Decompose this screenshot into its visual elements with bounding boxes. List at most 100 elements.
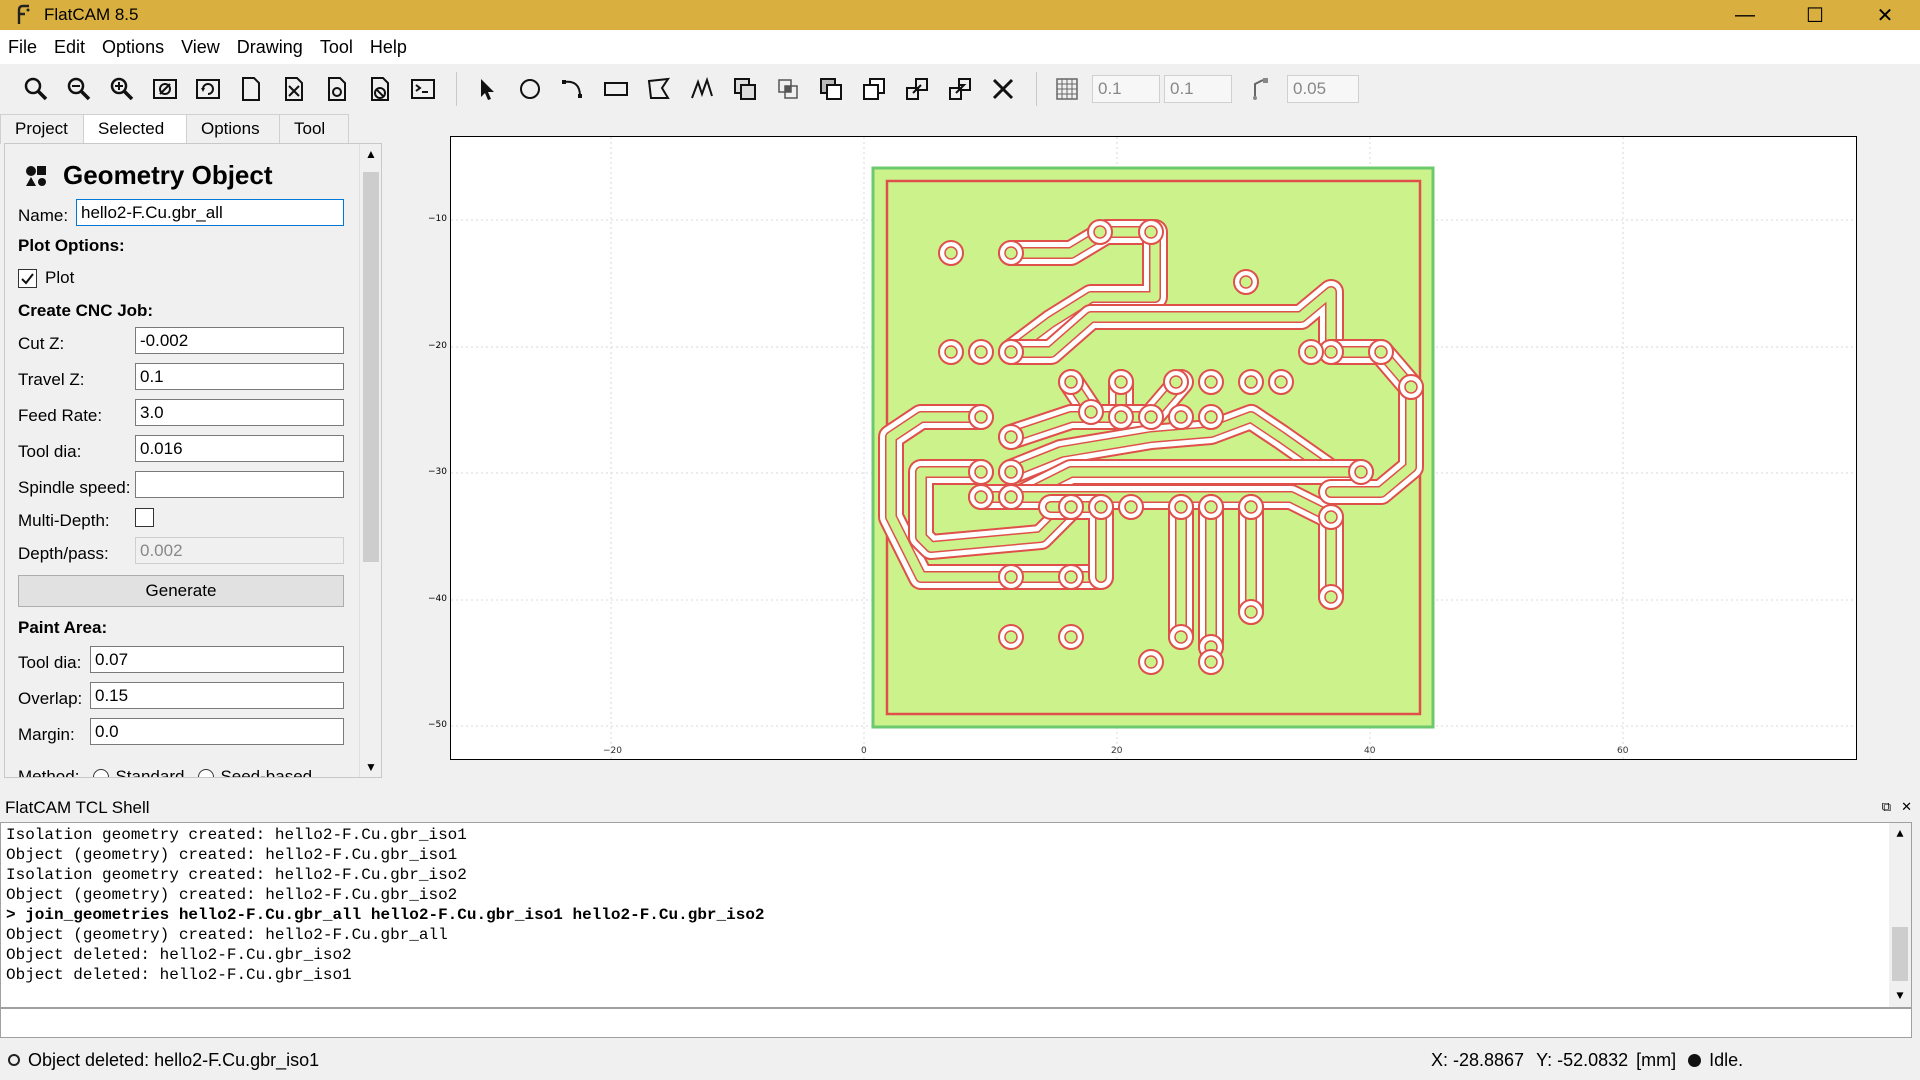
- new-geometry-icon: [242, 77, 260, 101]
- select-button[interactable]: [469, 71, 505, 107]
- zoom-out-button[interactable]: [61, 71, 97, 107]
- depth-pass-field[interactable]: [135, 537, 344, 564]
- shell-output[interactable]: Isolation geometry created: hello2-F.Cu.…: [0, 822, 1912, 1008]
- scroll-up-arrow-icon[interactable]: ▲: [360, 144, 381, 164]
- panel-scrollbar[interactable]: ▲ ▼: [359, 144, 381, 777]
- paint-tool-dia-field[interactable]: [90, 646, 344, 673]
- minimize-button[interactable]: —: [1710, 0, 1780, 30]
- close-button[interactable]: ✕: [1850, 0, 1920, 30]
- plot-row: Plot: [18, 268, 74, 288]
- margin-field[interactable]: [90, 718, 344, 745]
- generate-button[interactable]: Generate: [18, 575, 344, 607]
- menu-options[interactable]: Options: [102, 37, 164, 58]
- toolbar-separator: [1036, 72, 1037, 106]
- pad-hole: [1004, 490, 1018, 504]
- union-button[interactable]: [727, 71, 763, 107]
- pad-hole: [1244, 500, 1258, 514]
- shell-command-input[interactable]: [0, 1008, 1912, 1038]
- plot-canvas[interactable]: −20 0 20 40 60: [450, 136, 1857, 760]
- delete-shape-button[interactable]: [985, 71, 1021, 107]
- arc-button[interactable]: [555, 71, 591, 107]
- grid-x-input[interactable]: [1092, 75, 1160, 103]
- scroll-up-arrow-icon[interactable]: ▲: [1889, 823, 1911, 845]
- tool-dia-field[interactable]: [135, 435, 344, 462]
- cut-z-field[interactable]: [135, 327, 344, 354]
- copy-button[interactable]: [942, 71, 978, 107]
- depth-pass-label: Depth/pass:: [18, 544, 109, 563]
- pad-hole: [1204, 655, 1218, 669]
- clear-plot-button[interactable]: [147, 71, 183, 107]
- snap-max-button[interactable]: [1244, 71, 1280, 107]
- maximize-button[interactable]: ☐: [1780, 0, 1850, 30]
- feed-rate-field[interactable]: [135, 399, 344, 426]
- zoom-fit-button[interactable]: [18, 71, 54, 107]
- multi-depth-checkbox[interactable]: [135, 508, 154, 527]
- shell-line: Isolation geometry created: hello2-F.Cu.…: [6, 826, 467, 844]
- pad-hole: [1084, 405, 1098, 419]
- move-button[interactable]: [899, 71, 935, 107]
- menu-bar: File Edit Options View Drawing Tool Help: [0, 30, 1920, 64]
- pad-hole: [1004, 570, 1018, 584]
- scroll-down-arrow-icon[interactable]: ▼: [1889, 985, 1911, 1007]
- pad-hole: [1064, 630, 1078, 644]
- menu-help[interactable]: Help: [370, 37, 407, 58]
- shell-line: Object deleted: hello2-F.Cu.gbr_iso1: [6, 966, 352, 984]
- y-tick-label: −30: [428, 467, 447, 477]
- cut-button[interactable]: [856, 71, 892, 107]
- shell-close-icon[interactable]: ✕: [1901, 799, 1912, 815]
- menu-edit[interactable]: Edit: [54, 37, 85, 58]
- name-field[interactable]: [76, 199, 344, 226]
- shell-scrollbar[interactable]: ▲ ▼: [1889, 823, 1911, 1007]
- path-button[interactable]: [684, 71, 720, 107]
- rectangle-button[interactable]: [598, 71, 634, 107]
- create-cnc-heading: Create CNC Job:: [18, 301, 154, 320]
- pad-hole: [1174, 500, 1188, 514]
- new-geometry-button[interactable]: [233, 71, 269, 107]
- intersection-button[interactable]: [770, 71, 806, 107]
- pad-hole: [944, 345, 958, 359]
- pcb-plot: −20 0 20 40 60: [451, 137, 1856, 759]
- polygon-button[interactable]: [641, 71, 677, 107]
- shell-button[interactable]: [405, 71, 441, 107]
- pad-hole: [1064, 500, 1078, 514]
- scrollbar-thumb[interactable]: [363, 172, 379, 562]
- grid-snap-button[interactable]: [1049, 71, 1085, 107]
- method-standard-radio[interactable]: [93, 769, 110, 777]
- menu-tool[interactable]: Tool: [320, 37, 353, 58]
- delete-object-button[interactable]: [362, 71, 398, 107]
- tab-selected[interactable]: Selected: [83, 114, 187, 144]
- tab-tool[interactable]: Tool: [279, 114, 349, 144]
- shell-command-line: > join_geometries hello2-F.Cu.gbr_all he…: [6, 906, 765, 924]
- subtraction-button[interactable]: [813, 71, 849, 107]
- pad-hole: [1114, 410, 1128, 424]
- multi-depth-label: Multi-Depth:: [18, 511, 110, 530]
- pad-hole: [1064, 570, 1078, 584]
- plot-checkbox[interactable]: [18, 268, 37, 288]
- method-seed-radio[interactable]: [198, 769, 215, 777]
- tab-project[interactable]: Project: [0, 114, 84, 144]
- grid-y-input[interactable]: [1164, 75, 1232, 103]
- travel-z-field[interactable]: [135, 363, 344, 390]
- menu-view[interactable]: View: [181, 37, 220, 58]
- open-excellon-icon: [328, 77, 346, 101]
- menu-file[interactable]: File: [8, 37, 37, 58]
- zoom-in-button[interactable]: [104, 71, 140, 107]
- spindle-speed-field[interactable]: [135, 471, 344, 498]
- snap-max-input[interactable]: [1287, 75, 1359, 103]
- tab-options[interactable]: Options: [186, 114, 280, 144]
- replot-button[interactable]: [190, 71, 226, 107]
- scrollbar-thumb[interactable]: [1892, 927, 1908, 981]
- circle-button[interactable]: [512, 71, 548, 107]
- open-gerber-button[interactable]: [276, 71, 312, 107]
- scroll-down-arrow-icon[interactable]: ▼: [360, 757, 381, 777]
- menu-drawing[interactable]: Drawing: [237, 37, 303, 58]
- x-tick-label: 40: [1364, 746, 1376, 756]
- shell-title-bar: FlatCAM TCL Shell ⧉ ✕: [0, 795, 1920, 821]
- pad-hole: [974, 490, 988, 504]
- checkmark-icon: [21, 272, 34, 285]
- overlap-field[interactable]: [90, 682, 344, 709]
- pad-hole: [1144, 655, 1158, 669]
- y-tick-label: −10: [428, 214, 447, 224]
- open-excellon-button[interactable]: [319, 71, 355, 107]
- undock-icon[interactable]: ⧉: [1882, 799, 1891, 815]
